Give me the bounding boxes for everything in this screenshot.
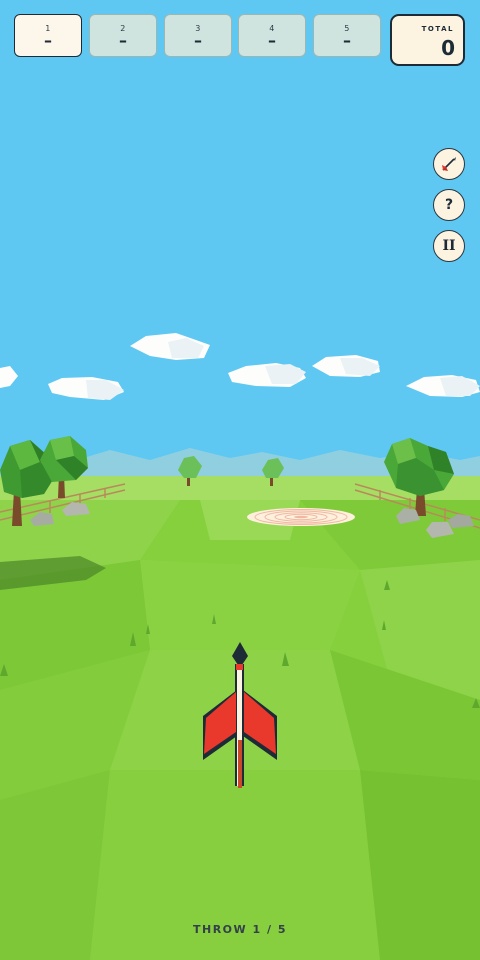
total-score-box: TOTAL 0 [390, 14, 465, 66]
round-score: – [268, 31, 276, 50]
round-score: – [194, 31, 202, 50]
round-box-3: 3 – [164, 14, 232, 57]
round-box-1: 1 – [14, 14, 82, 57]
help-icon: ? [444, 197, 454, 213]
throw-counter: THROW 1 / 5 [193, 923, 287, 936]
game-scene [0, 0, 480, 960]
help-button[interactable]: ? [433, 189, 465, 221]
total-label: TOTAL [421, 25, 454, 33]
total-value: 0 [441, 36, 455, 60]
round-box-5: 5 – [313, 14, 381, 57]
round-box-4: 4 – [238, 14, 306, 57]
pause-button[interactable]: II [433, 230, 465, 262]
round-score: – [119, 31, 127, 50]
dart-select-button[interactable] [433, 148, 465, 180]
dart-icon [442, 157, 456, 171]
score-hud: 1 – 2 – 3 – 4 – 5 – TOTAL 0 [0, 0, 480, 80]
pause-icon: II [442, 238, 456, 254]
round-score: – [343, 31, 351, 50]
target [247, 508, 355, 526]
round-box-2: 2 – [89, 14, 157, 57]
round-score: – [44, 31, 52, 50]
